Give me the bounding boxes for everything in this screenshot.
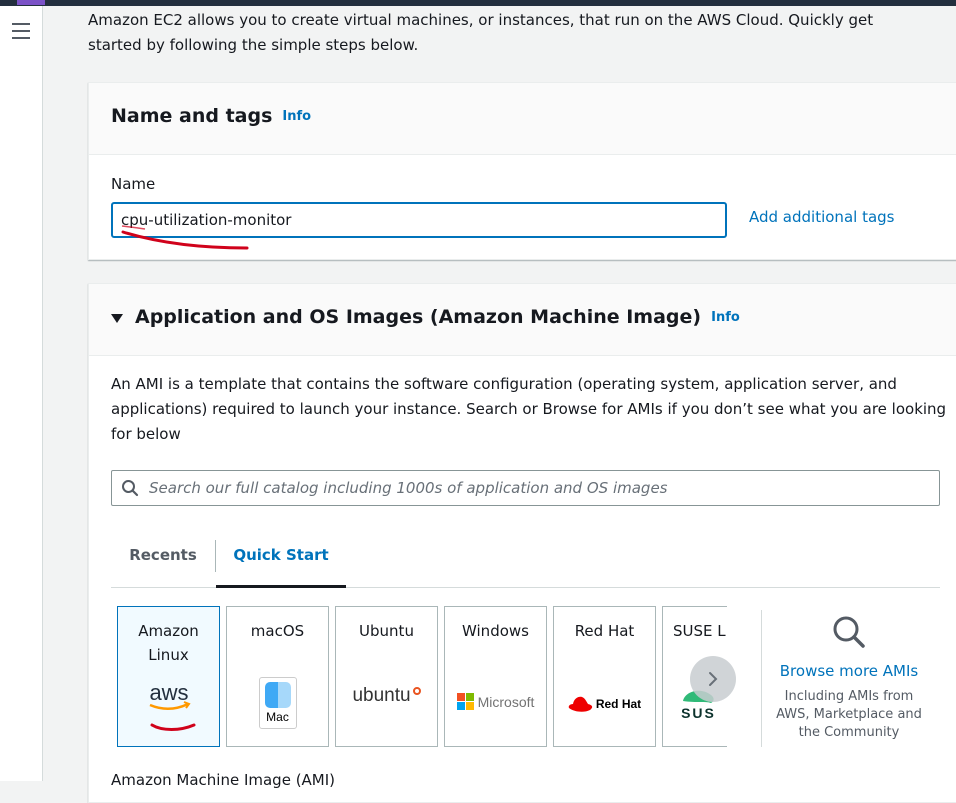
ami-description: An AMI is a template that contains the s… bbox=[111, 375, 947, 443]
suse-logo-text: SUS bbox=[681, 705, 716, 721]
ami-heading: Application and OS Images (Amazon Machin… bbox=[135, 306, 702, 328]
macos-finder-icon: Mac bbox=[227, 677, 328, 729]
os-tile-red-hat[interactable]: Red Hat Red Hat bbox=[553, 606, 656, 747]
os-tile-label: SUSE Linux bbox=[673, 622, 727, 640]
ami-info-link[interactable]: Info bbox=[711, 310, 740, 325]
os-tile-amazon-linux[interactable]: Amazon Linux aws bbox=[117, 606, 220, 747]
name-and-tags-info-link[interactable]: Info bbox=[282, 109, 311, 124]
os-tile-label: Ubuntu bbox=[359, 622, 414, 640]
os-tile-macos[interactable]: macOS Mac bbox=[226, 606, 329, 747]
ami-header: Application and OS Images (Amazon Machin… bbox=[89, 284, 956, 356]
browse-more-amis-block: Browse more AMIs Including AMIs from AWS… bbox=[769, 614, 929, 742]
tab-recents[interactable]: Recents bbox=[111, 534, 215, 588]
red-annotation-underline-aws bbox=[150, 723, 196, 731]
magnifier-icon bbox=[833, 616, 865, 648]
microsoft-logo-icon: Microsoft bbox=[445, 693, 546, 710]
microsoft-logo-text: Microsoft bbox=[477, 693, 535, 710]
name-and-tags-panel: Name and tags Info Name Add additional ta… bbox=[88, 82, 956, 260]
ubuntu-logo-icon: ubuntu bbox=[336, 685, 437, 707]
os-tiles-carousel: Amazon Linux aws macOS Mac Ubuntu ubuntu… bbox=[117, 606, 727, 751]
search-icon bbox=[122, 480, 139, 497]
aws-logo-icon: aws bbox=[118, 683, 219, 713]
ami-panel: Application and OS Images (Amazon Machin… bbox=[88, 283, 956, 803]
side-navigation-rail bbox=[0, 6, 43, 781]
name-and-tags-heading: Name and tags bbox=[111, 105, 273, 127]
search-placeholder: Search our full catalog including 1000s … bbox=[149, 479, 668, 497]
os-tile-windows[interactable]: Windows Microsoft bbox=[444, 606, 547, 747]
browse-more-amis-note: Including AMIs from AWS, Marketplace and… bbox=[776, 689, 922, 740]
os-tile-label: macOS bbox=[250, 622, 305, 640]
collapse-triangle-icon[interactable] bbox=[111, 314, 123, 323]
os-tile-ubuntu[interactable]: Ubuntu ubuntu bbox=[335, 606, 438, 747]
chevron-right-icon bbox=[709, 672, 718, 686]
ami-tabs: Recents Quick Start bbox=[111, 534, 940, 588]
menu-icon[interactable] bbox=[12, 23, 30, 39]
os-tile-label: Amazon Linux bbox=[138, 622, 199, 664]
mac-logo-text: Mac bbox=[266, 710, 289, 724]
os-tile-label: Windows bbox=[462, 622, 529, 640]
ami-title: Application and OS Images (Amazon Machin… bbox=[135, 306, 740, 328]
aws-logo-text: aws bbox=[149, 683, 188, 705]
name-field-label: Name bbox=[111, 175, 156, 193]
instance-name-input[interactable] bbox=[111, 202, 727, 238]
os-tile-label: Red Hat bbox=[574, 622, 635, 640]
tab-quick-start[interactable]: Quick Start bbox=[216, 534, 346, 588]
name-and-tags-title: Name and tags Info bbox=[111, 105, 311, 127]
ubuntu-logo-text: ubuntu bbox=[352, 685, 411, 706]
ami-search-input[interactable]: Search our full catalog including 1000s … bbox=[111, 470, 940, 506]
carousel-next-button[interactable] bbox=[690, 656, 736, 702]
browse-more-amis-link[interactable]: Browse more AMIs bbox=[769, 662, 929, 680]
topbar-accent bbox=[17, 0, 45, 5]
add-additional-tags-link[interactable]: Add additional tags bbox=[749, 208, 894, 226]
top-navigation-bar bbox=[0, 0, 956, 6]
browse-divider bbox=[761, 610, 762, 747]
intro-text: Amazon EC2 allows you to create virtual … bbox=[88, 11, 874, 54]
ami-section-label: Amazon Machine Image (AMI) bbox=[111, 771, 336, 789]
name-and-tags-header: Name and tags Info bbox=[89, 83, 956, 155]
